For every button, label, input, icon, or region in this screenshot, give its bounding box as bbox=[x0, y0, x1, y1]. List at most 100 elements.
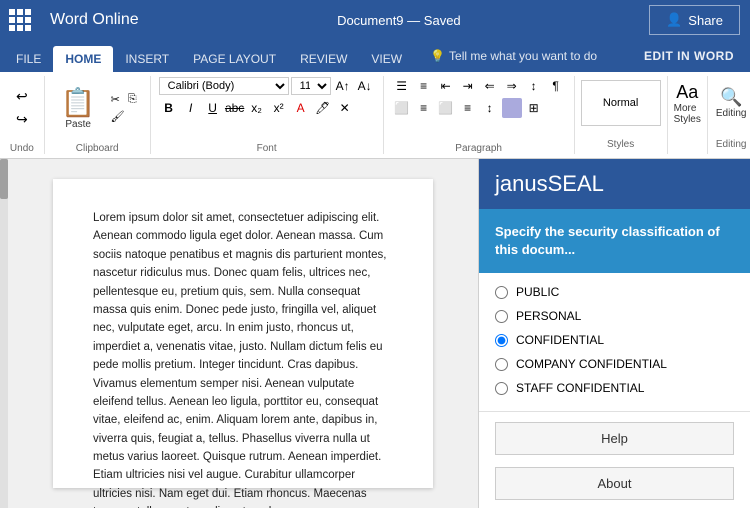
normal-style[interactable]: Normal bbox=[603, 97, 638, 109]
editing-label: Editing bbox=[716, 108, 747, 119]
tab-review[interactable]: REVIEW bbox=[288, 46, 359, 72]
panel-options: PUBLIC PERSONAL CONFIDENTIAL COMPANY CON… bbox=[479, 273, 750, 407]
paste-label: Paste bbox=[65, 119, 91, 130]
bullets-button[interactable]: ☰ bbox=[392, 76, 412, 96]
undo-redo-buttons: ↩ ↪ bbox=[8, 82, 36, 134]
document-scroll-area: Lorem ipsum dolor sit amet, consectetuer… bbox=[8, 159, 478, 508]
borders-button[interactable]: ⊞ bbox=[524, 98, 544, 118]
option-confidential[interactable]: CONFIDENTIAL bbox=[495, 333, 734, 347]
undo-button[interactable]: ↩ bbox=[12, 86, 32, 107]
document-page: Lorem ipsum dolor sit amet, consectetuer… bbox=[53, 179, 433, 488]
tell-me-area[interactable]: 💡 Tell me what you want to do bbox=[422, 49, 605, 63]
para-row-2: ⬜ ≡ ⬜ ≡ ↕ ⊞ bbox=[392, 98, 566, 118]
paste-icon: 📋 bbox=[61, 86, 96, 119]
radio-staff-confidential[interactable] bbox=[495, 382, 508, 395]
cut-button[interactable]: ✂ bbox=[108, 92, 123, 107]
option-confidential-label: CONFIDENTIAL bbox=[516, 333, 604, 347]
strikethrough-button[interactable]: abc bbox=[225, 98, 245, 118]
sort-button[interactable]: ↕ bbox=[524, 76, 544, 96]
styles-sub-label bbox=[674, 146, 701, 150]
scroll-bar[interactable] bbox=[0, 159, 8, 508]
help-button[interactable]: Help bbox=[495, 422, 734, 455]
font-size-select[interactable]: 11 bbox=[291, 77, 331, 95]
highlight-button[interactable]: 🖊 bbox=[313, 98, 333, 118]
font-family-select[interactable]: Calibri (Body) bbox=[159, 77, 289, 95]
font-group-label: Font bbox=[159, 139, 375, 154]
doc-title: Document9 bbox=[337, 13, 403, 28]
option-personal[interactable]: PERSONAL bbox=[495, 309, 734, 323]
share-button[interactable]: 👤 Share bbox=[649, 5, 740, 35]
decrease-indent-button[interactable]: ⇤ bbox=[436, 76, 456, 96]
doc-title-area: Document9 — Saved bbox=[149, 13, 649, 28]
font-color-button[interactable]: A bbox=[291, 98, 311, 118]
option-public-label: PUBLIC bbox=[516, 285, 559, 299]
ribbon: ↩ ↪ Undo 📋 Paste ✂ ⎘ 🖌 Clipboard bbox=[0, 72, 750, 159]
align-left-button[interactable]: ⬜ bbox=[392, 98, 412, 118]
option-public[interactable]: PUBLIC bbox=[495, 285, 734, 299]
lightbulb-icon: 💡 bbox=[430, 49, 445, 63]
edit-in-word-button[interactable]: EDIT IN WORD bbox=[628, 49, 750, 63]
more-styles-icon: Aa bbox=[676, 82, 698, 103]
copy-button[interactable]: ⎘ bbox=[125, 92, 140, 107]
align-center-button[interactable]: ≡ bbox=[414, 98, 434, 118]
editing-group-label: Editing bbox=[716, 135, 747, 150]
font-group: Calibri (Body) 11 A↑ A↓ B I U abc x₂ x² … bbox=[151, 76, 384, 154]
saved-status: Saved bbox=[424, 13, 461, 28]
tab-file[interactable]: FILE bbox=[4, 46, 53, 72]
share-label: Share bbox=[688, 13, 723, 28]
italic-button[interactable]: I bbox=[181, 98, 201, 118]
editing-icon: 🔍 bbox=[720, 87, 742, 108]
scroll-thumb[interactable] bbox=[0, 159, 8, 199]
clipboard-controls: 📋 Paste ✂ ⎘ 🖌 bbox=[53, 76, 142, 139]
tab-insert[interactable]: INSERT bbox=[113, 46, 181, 72]
tell-me-text: Tell me what you want to do bbox=[449, 49, 597, 63]
document-area: Lorem ipsum dolor sit amet, consectetuer… bbox=[0, 159, 750, 508]
radio-company-confidential[interactable] bbox=[495, 358, 508, 371]
clear-formatting-button[interactable]: ✕ bbox=[335, 98, 355, 118]
tab-page-layout[interactable]: PAGE LAYOUT bbox=[181, 46, 288, 72]
panel-subtitle: Specify the security classification of t… bbox=[479, 209, 750, 273]
numbering-button[interactable]: ≡ bbox=[414, 76, 434, 96]
paragraph-group-label: Paragraph bbox=[392, 139, 566, 154]
option-company-confidential[interactable]: COMPANY CONFIDENTIAL bbox=[495, 357, 734, 371]
redo-button[interactable]: ↪ bbox=[12, 109, 32, 130]
superscript-button[interactable]: x² bbox=[269, 98, 289, 118]
clipboard-label: Clipboard bbox=[53, 139, 142, 154]
tab-home[interactable]: HOME bbox=[53, 46, 113, 72]
rtl-button[interactable]: ⇐ bbox=[480, 76, 500, 96]
font-controls: Calibri (Body) 11 A↑ A↓ B I U abc x₂ x² … bbox=[159, 76, 375, 118]
panel-divider bbox=[479, 411, 750, 412]
shading-button[interactable] bbox=[502, 98, 522, 118]
para-row-1: ☰ ≡ ⇤ ⇥ ⇐ ⇒ ↕ ¶ bbox=[392, 76, 566, 96]
title-bar: Word Online Document9 — Saved 👤 Share bbox=[0, 0, 750, 40]
waffle-menu-button[interactable] bbox=[0, 0, 40, 40]
subscript-button[interactable]: x₂ bbox=[247, 98, 267, 118]
paragraph-controls: ☰ ≡ ⇤ ⇥ ⇐ ⇒ ↕ ¶ ⬜ ≡ ⬜ ≡ ↕ ⊞ bbox=[392, 76, 566, 118]
more-styles-button[interactable]: Aa More Styles bbox=[674, 80, 701, 126]
ltr-button[interactable]: ⇒ bbox=[502, 76, 522, 96]
more-styles-label: More Styles bbox=[674, 103, 701, 125]
font-size-down-button[interactable]: A↓ bbox=[355, 76, 375, 96]
align-right-button[interactable]: ⬜ bbox=[436, 98, 456, 118]
option-company-confidential-label: COMPANY CONFIDENTIAL bbox=[516, 357, 667, 371]
tab-view[interactable]: VIEW bbox=[359, 46, 414, 72]
format-painter-button[interactable]: 🖌 bbox=[108, 109, 140, 124]
paste-button[interactable]: 📋 Paste bbox=[53, 82, 104, 134]
option-staff-confidential[interactable]: STAFF CONFIDENTIAL bbox=[495, 381, 734, 395]
about-button[interactable]: About bbox=[495, 467, 734, 500]
bold-button[interactable]: B bbox=[159, 98, 179, 118]
editing-button[interactable]: 🔍 Editing bbox=[716, 80, 747, 126]
line-spacing-button[interactable]: ↕ bbox=[480, 98, 500, 118]
underline-button[interactable]: U bbox=[203, 98, 223, 118]
share-icon: 👤 bbox=[666, 12, 682, 28]
increase-indent-button[interactable]: ⇥ bbox=[458, 76, 478, 96]
font-size-up-button[interactable]: A↑ bbox=[333, 76, 353, 96]
radio-confidential[interactable] bbox=[495, 334, 508, 347]
radio-public[interactable] bbox=[495, 286, 508, 299]
radio-personal[interactable] bbox=[495, 310, 508, 323]
show-marks-button[interactable]: ¶ bbox=[546, 76, 566, 96]
justify-button[interactable]: ≡ bbox=[458, 98, 478, 118]
font-row-2: B I U abc x₂ x² A 🖊 ✕ bbox=[159, 98, 375, 118]
styles-group: Normal Styles bbox=[575, 76, 668, 154]
editing-group: 🔍 Editing Editing bbox=[708, 76, 750, 154]
